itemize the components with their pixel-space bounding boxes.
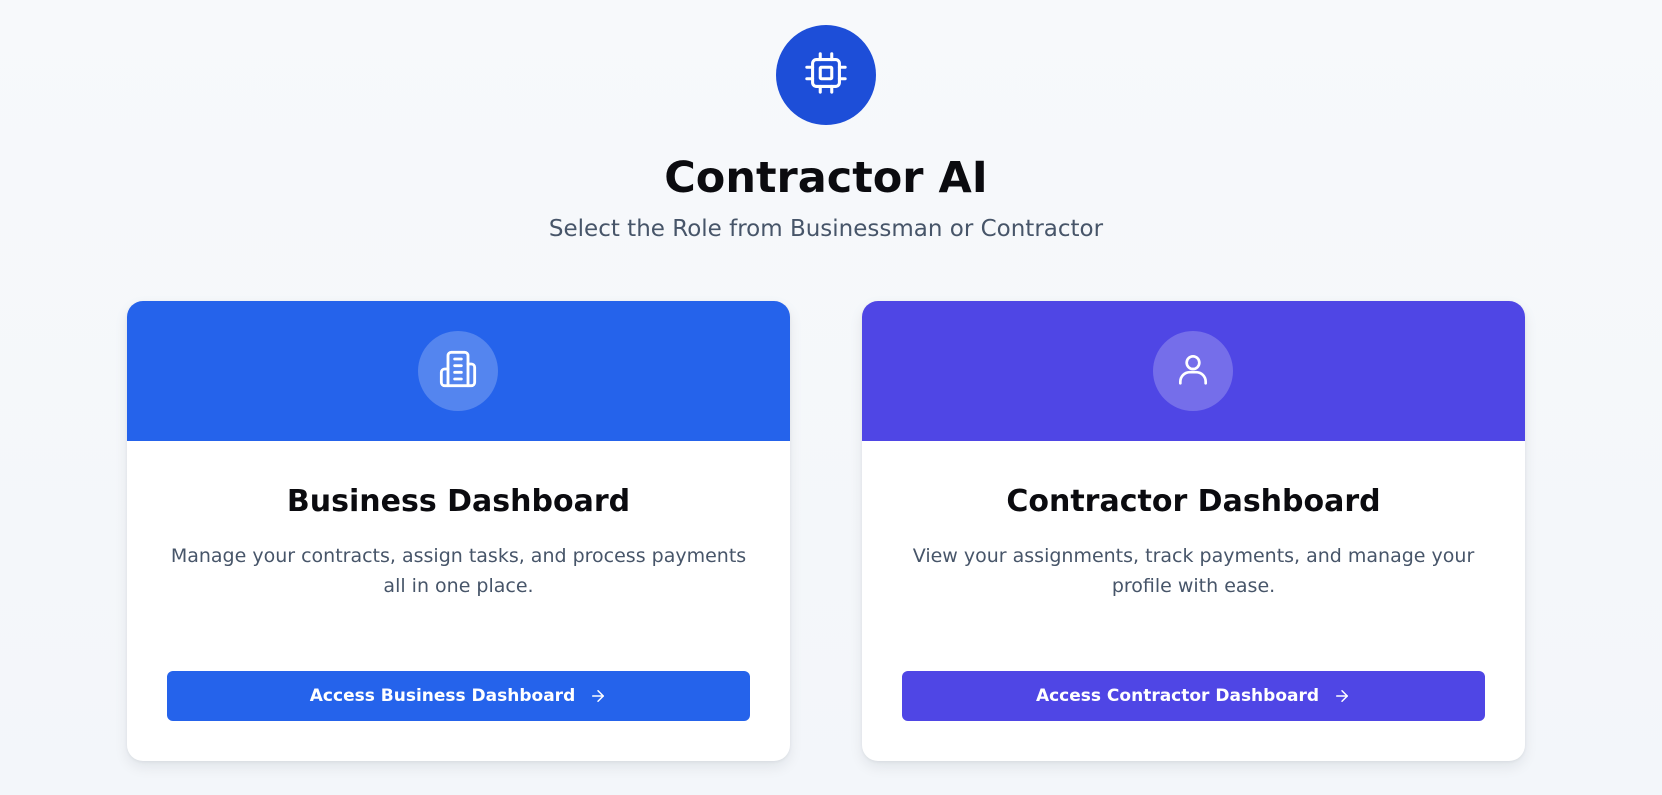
page-subtitle: Select the Role from Businessman or Cont… (548, 216, 1104, 242)
app-logo-badge (776, 25, 876, 125)
arrow-right-icon (589, 687, 607, 705)
cpu-chip-icon (803, 50, 849, 100)
business-card-title: Business Dashboard (286, 484, 631, 519)
access-contractor-dashboard-button[interactable]: Access Contractor Dashboard (902, 671, 1485, 721)
arrow-right-icon (1333, 687, 1351, 705)
user-icon (1174, 350, 1212, 392)
contractor-card-title: Contractor Dashboard (1006, 484, 1381, 519)
business-card-description: Manage your contracts, assign tasks, and… (170, 545, 747, 597)
business-icon-circle (418, 331, 498, 411)
contractor-icon-circle (1153, 331, 1233, 411)
access-business-dashboard-button[interactable]: Access Business Dashboard (167, 671, 750, 721)
role-selection-page: Contractor AI Select the Role from Busin… (0, 0, 1662, 795)
building-icon (438, 349, 478, 393)
page-title: Contractor AI (664, 153, 988, 203)
business-card-header (127, 301, 790, 441)
access-contractor-dashboard-label: Access Contractor Dashboard (1035, 686, 1320, 706)
contractor-card-header (862, 301, 1525, 441)
access-business-dashboard-label: Access Business Dashboard (309, 686, 576, 706)
business-dashboard-card: Business Dashboard Manage your contracts… (127, 301, 790, 761)
contractor-card-description: View your assignments, track payments, a… (912, 545, 1475, 597)
contractor-dashboard-card: Contractor Dashboard View your assignmen… (862, 301, 1525, 761)
